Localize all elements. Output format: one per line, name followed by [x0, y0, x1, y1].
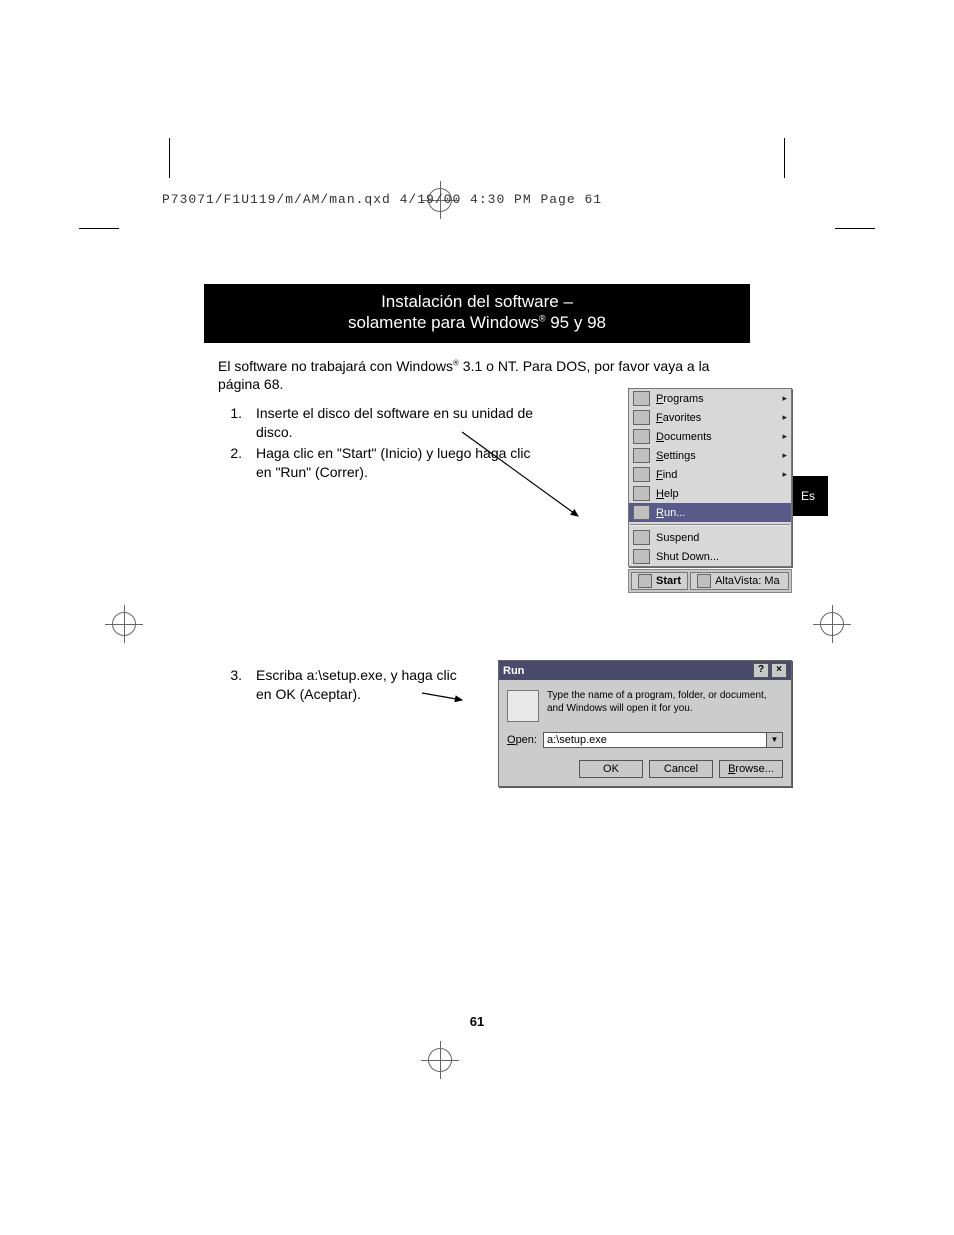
page-number: 61 [168, 1014, 786, 1029]
start-menu-separator [630, 524, 790, 526]
start-menu-panel: Programs Favorites Documents Settings Fi… [628, 388, 792, 567]
start-menu-item-label: Shut Down... [656, 551, 719, 563]
run-dialog: Run ? × Type the name of a program, fold… [498, 660, 792, 787]
start-menu-settings[interactable]: Settings [629, 446, 791, 465]
start-menu-item-label: Documents [656, 431, 712, 443]
start-menu: Programs Favorites Documents Settings Fi… [628, 388, 792, 593]
start-menu-find[interactable]: Find [629, 465, 791, 484]
reg-target-right [820, 612, 844, 636]
arrow-to-ok [422, 690, 464, 704]
open-input[interactable]: a:\setup.exe [543, 732, 767, 748]
shutdown-icon [633, 549, 650, 564]
run-dialog-title: Run [503, 665, 524, 677]
reg-target-bottom [428, 1048, 452, 1072]
title-line-2: solamente para Windows® 95 y 98 [204, 312, 750, 333]
start-menu-documents[interactable]: Documents [629, 427, 791, 446]
start-menu-help[interactable]: Help [629, 484, 791, 503]
documents-icon [633, 429, 650, 444]
taskbar-task-label: AltaVista: Ma [715, 575, 780, 587]
step-2-num: 2. [218, 444, 256, 482]
title-line-2-post: 95 y 98 [546, 313, 607, 332]
ok-button[interactable]: OK [579, 760, 643, 778]
run-dialog-description: Type the name of a program, folder, or d… [547, 690, 783, 715]
registered-mark: ® [539, 314, 546, 324]
browse-button[interactable]: Browse... [719, 760, 783, 778]
find-icon [633, 467, 650, 482]
start-menu-item-label: Settings [656, 450, 696, 462]
run-dialog-titlebar: Run ? × [499, 661, 791, 680]
start-menu-suspend[interactable]: Suspend [629, 528, 791, 547]
suspend-icon [633, 530, 650, 545]
print-job-slug: P73071/F1U119/m/AM/man.qxd 4/19/00 4:30 … [162, 192, 602, 207]
title-line-1: Instalación del software – [204, 291, 750, 312]
taskbar-task[interactable]: AltaVista: Ma [690, 572, 789, 590]
start-menu-item-label: Suspend [656, 532, 699, 544]
page-body: Instalación del software – solamente par… [168, 230, 786, 1045]
start-menu-item-label: Programs [656, 393, 704, 405]
run-dialog-body: Type the name of a program, folder, or d… [499, 680, 791, 786]
reg-target-left [112, 612, 136, 636]
intro-pre: El software no trabajará con Windows [218, 358, 453, 374]
page-title: Instalación del software – solamente par… [204, 284, 750, 343]
close-button[interactable]: × [771, 663, 787, 678]
start-menu-item-label: Favorites [656, 412, 701, 424]
open-label: Open: [507, 734, 537, 746]
start-button-label: Start [656, 575, 681, 587]
step-1-num: 1. [218, 404, 256, 442]
start-menu-item-label: Help [656, 488, 679, 500]
run-icon [633, 505, 650, 520]
start-menu-programs[interactable]: Programs [629, 389, 791, 408]
help-icon [633, 486, 650, 501]
step-3-num: 3. [218, 666, 256, 704]
arrow-to-run [460, 430, 580, 520]
favorites-icon [633, 410, 650, 425]
start-menu-shutdown[interactable]: Shut Down... [629, 547, 791, 566]
start-menu-run[interactable]: Run... [629, 503, 791, 522]
taskbar: Start AltaVista: Ma [628, 569, 792, 593]
run-dialog-icon [507, 690, 539, 722]
open-dropdown-button[interactable]: ▼ [767, 732, 783, 748]
cancel-button[interactable]: Cancel [649, 760, 713, 778]
start-menu-item-label: Find [656, 469, 677, 481]
start-menu-favorites[interactable]: Favorites [629, 408, 791, 427]
start-button[interactable]: Start [631, 572, 688, 590]
browser-icon [697, 574, 711, 588]
help-button[interactable]: ? [753, 663, 769, 678]
start-menu-item-label: Run... [656, 507, 685, 519]
open-combobox[interactable]: a:\setup.exe ▼ [543, 732, 783, 748]
language-tab: Es [788, 476, 828, 516]
title-line-2-pre: solamente para Windows [348, 313, 539, 332]
settings-icon [633, 448, 650, 463]
windows-logo-icon [638, 574, 652, 588]
programs-icon [633, 391, 650, 406]
